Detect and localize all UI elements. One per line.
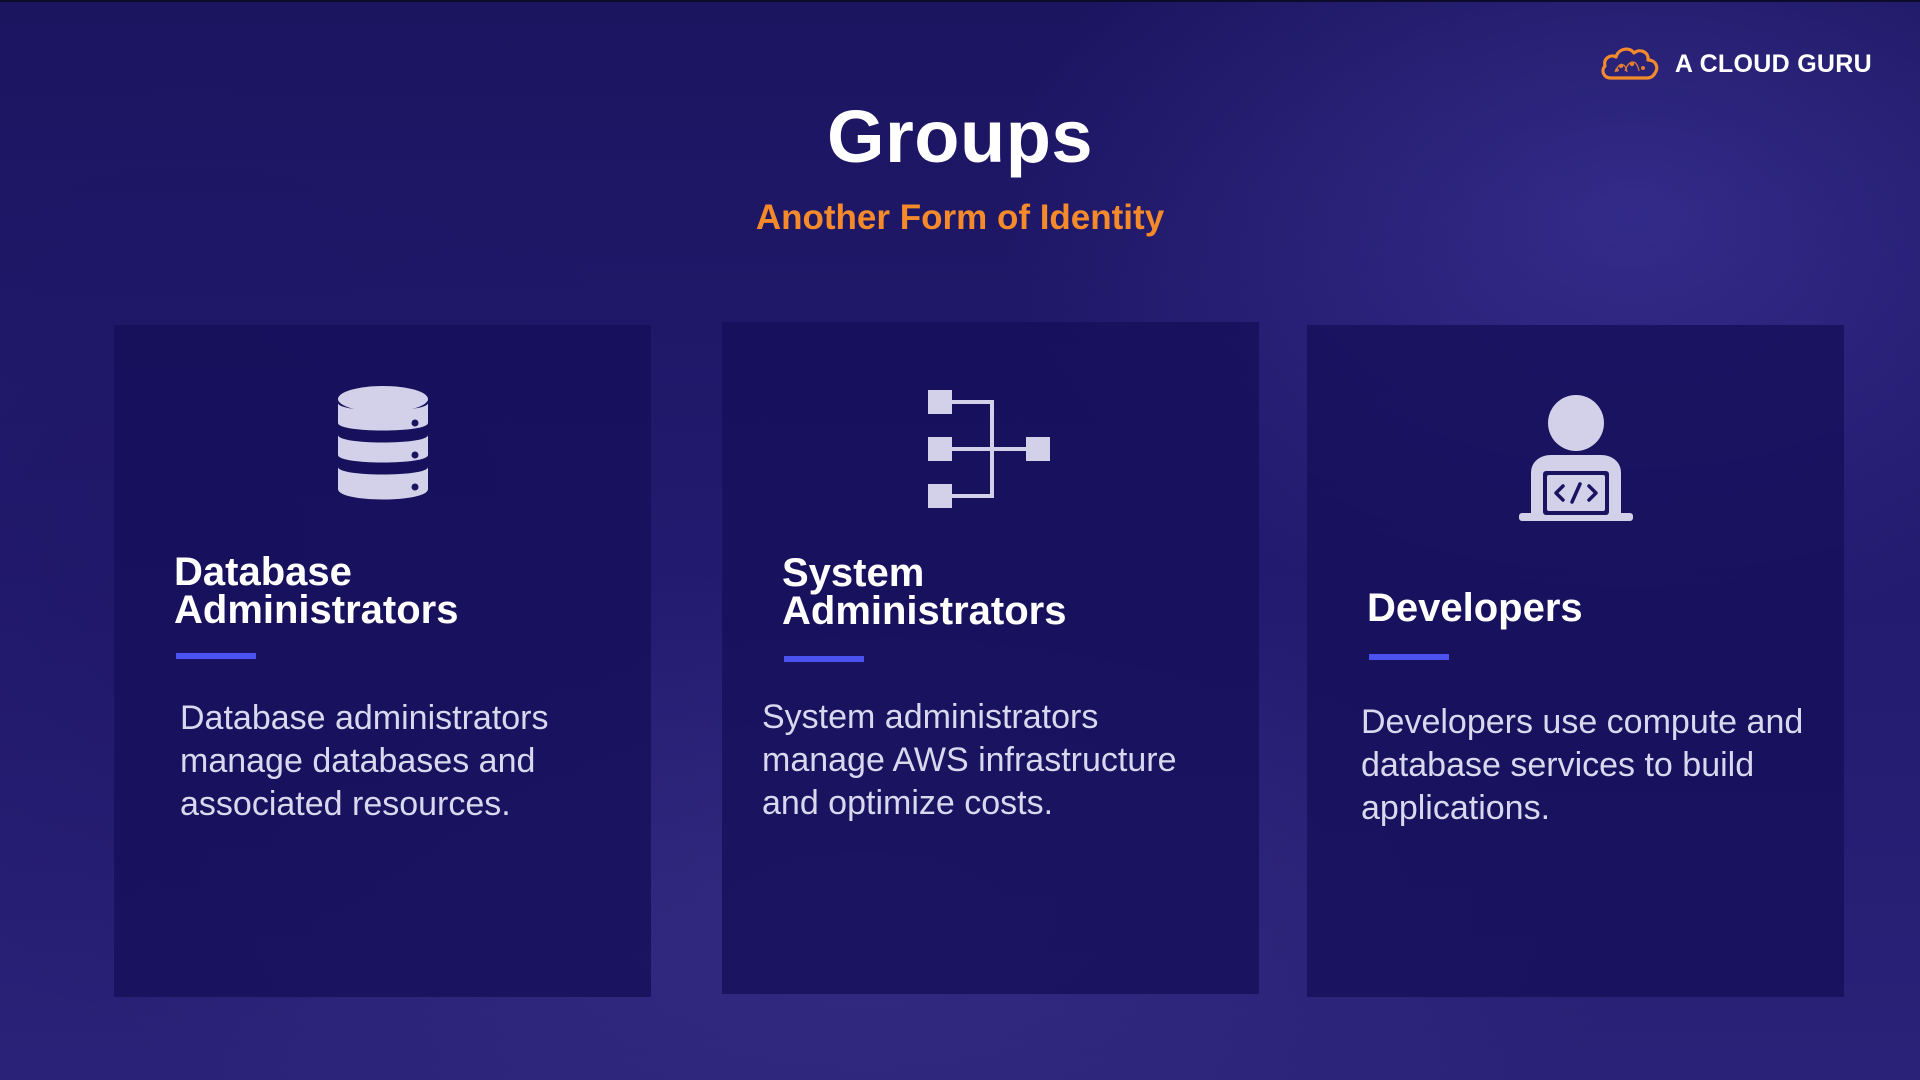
card-heading: Database Administrators <box>174 550 621 632</box>
card-heading-line1: Database <box>174 550 352 594</box>
card-description: Database administrators manage databases… <box>180 699 549 823</box>
card-heading-line1: System <box>782 551 925 595</box>
card-developers: Developers Developers use compute and da… <box>1307 325 1844 997</box>
cloud-logo-icon <box>1601 47 1659 80</box>
brand-name: A CLOUD GURU <box>1674 49 1872 78</box>
developer-laptop-icon <box>1518 395 1633 521</box>
card-heading-line1: Developers <box>1367 586 1583 630</box>
database-icon <box>337 386 428 500</box>
accent-underline <box>176 653 256 659</box>
brand-logo: A CLOUD GURU <box>1599 44 1872 84</box>
slide-title: Groups <box>826 95 1094 178</box>
card-heading-line2: Administrators <box>174 588 459 632</box>
accent-underline <box>1369 654 1449 660</box>
card-heading-line2: Administrators <box>782 589 1067 633</box>
card-heading: Developers <box>1367 586 1814 630</box>
accent-underline <box>784 656 864 662</box>
card-heading: System Administrators <box>782 551 1229 633</box>
slide-subtitle: Another Form of Identity <box>755 198 1165 237</box>
card-description: Developers use compute and database serv… <box>1361 703 1804 827</box>
card-database-administrators: Database Administrators Database adminis… <box>114 325 651 997</box>
top-edge <box>0 0 1920 2</box>
card-system-administrators: System Administrators System administrat… <box>722 322 1259 994</box>
card-description: System administrators manage AWS infrast… <box>762 698 1177 822</box>
hierarchy-icon <box>927 390 1050 508</box>
